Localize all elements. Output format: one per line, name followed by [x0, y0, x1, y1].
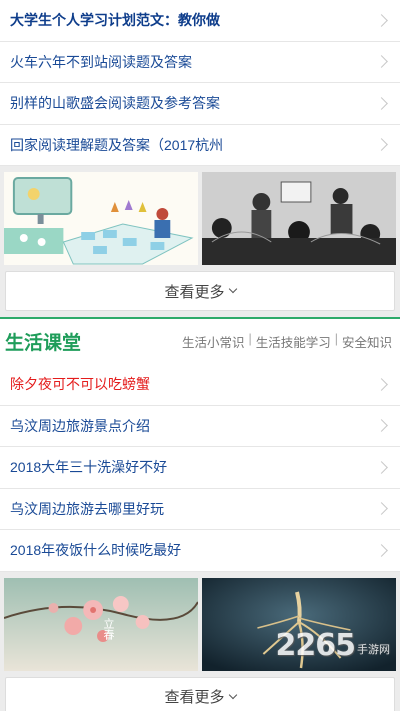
chevron-right-icon: [375, 377, 388, 391]
crowd-sketch-image[interactable]: [202, 172, 396, 265]
list-item-title: 2018大年三十洗澡好不好: [10, 459, 168, 476]
list-item-title: 大学生个人学习计划范文：教你做: [10, 12, 220, 29]
list-item-title: 乌汶周边旅游景点介绍: [10, 417, 150, 434]
ginseng-image[interactable]: 2265 手游网: [202, 577, 396, 671]
article-list-top: 大学生个人学习计划范文：教你做 火车六年不到站阅读题及答案 别样的山歌盛会阅读题…: [0, 0, 400, 166]
chevron-down-icon: [228, 284, 237, 294]
list-item[interactable]: 大学生个人学习计划范文：教你做: [0, 0, 400, 42]
chevron-right-icon: [375, 460, 388, 474]
list-item[interactable]: 2018年夜饭什么时候吃最好: [0, 530, 400, 572]
chevron-right-icon: [375, 502, 388, 516]
chevron-right-icon: [375, 419, 388, 433]
list-item[interactable]: 回家阅读理解题及答案（2017杭州: [0, 125, 400, 166]
chevron-right-icon: [375, 138, 388, 152]
list-item[interactable]: 乌汶周边旅游去哪里好玩: [0, 489, 400, 530]
section-link[interactable]: 安全知识: [342, 332, 392, 351]
list-item-title: 火车六年不到站阅读题及答案: [10, 53, 192, 70]
classroom-cartoon-image[interactable]: [4, 172, 198, 265]
view-more-button[interactable]: 查看更多: [5, 676, 395, 711]
watermark-site: 手游网: [357, 643, 390, 656]
list-item-title: 别样的山歌盛会阅读题及参考答案: [10, 95, 220, 112]
more-wrap: 查看更多: [0, 265, 400, 317]
chevron-down-icon: [228, 690, 237, 699]
list-item[interactable]: 除夕夜可不可以吃螃蟹: [0, 364, 400, 406]
image-caption: 立春: [102, 617, 115, 640]
chevron-right-icon: [375, 55, 388, 69]
list-item[interactable]: 乌汶周边旅游景点介绍: [0, 406, 400, 447]
list-item[interactable]: 别样的山歌盛会阅读题及参考答案: [0, 83, 400, 125]
plum-blossom-image[interactable]: 立春: [4, 577, 198, 671]
view-more-label: 查看更多: [164, 283, 225, 301]
list-item-title: 除夕夜可不可以吃螃蟹: [10, 376, 150, 393]
chevron-right-icon: [375, 96, 388, 110]
list-item[interactable]: 2018大年三十洗澡好不好: [0, 447, 400, 489]
watermark: 2265 手游网: [276, 628, 391, 663]
list-item-title: 2018年夜饭什么时候吃最好: [10, 542, 182, 559]
view-more-label: 查看更多: [164, 689, 225, 706]
section-links: 生活小常识 | 生活技能学习 | 安全知识: [182, 332, 392, 351]
list-item-title: 回家阅读理解题及答案（2017杭州: [10, 136, 224, 153]
separator: |: [248, 332, 252, 346]
article-list-life: 除夕夜可不可以吃螃蟹 乌汶周边旅游景点介绍 2018大年三十洗澡好不好 乌汶周边…: [0, 364, 400, 572]
section-header: 生活课堂 生活小常识 | 生活技能学习 | 安全知识: [0, 317, 400, 364]
more-wrap: 查看更多: [0, 670, 400, 711]
chevron-right-icon: [375, 13, 388, 27]
section-link[interactable]: 生活小常识: [182, 332, 245, 351]
image-row-top: [0, 172, 400, 265]
separator: |: [334, 332, 338, 346]
section-link[interactable]: 生活技能学习: [256, 332, 331, 351]
list-item-title: 乌汶周边旅游去哪里好玩: [10, 500, 164, 517]
section-title: 生活课堂: [5, 333, 82, 354]
chevron-right-icon: [375, 543, 388, 557]
list-item[interactable]: 火车六年不到站阅读题及答案: [0, 42, 400, 83]
image-row-life: 立春 2265 手游网: [0, 577, 400, 671]
view-more-button[interactable]: 查看更多: [5, 271, 395, 311]
watermark-brand: 2265: [275, 627, 356, 663]
